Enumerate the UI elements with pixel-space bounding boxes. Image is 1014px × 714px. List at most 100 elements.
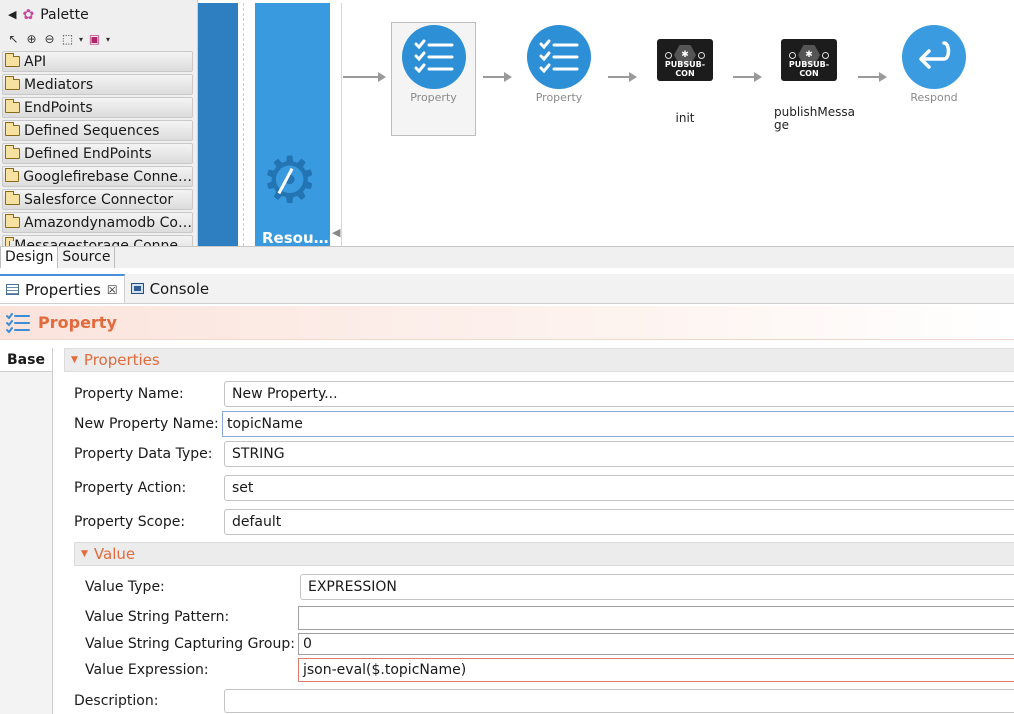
tab-properties-label: Properties (25, 280, 101, 299)
property-name-dropdown[interactable]: New Property... (224, 381, 1014, 407)
palette-item-salesforce[interactable]: Salesforce Connector (2, 189, 193, 210)
expand-caret-icon: ▼ (81, 549, 88, 559)
connection-tool-icon[interactable]: ▣ (87, 32, 102, 46)
property-node-2-label: Property (535, 91, 583, 104)
value-type-select[interactable]: EXPRESSION (300, 574, 1014, 600)
pubsub-connector-icon: ✱ PUBSUB-CON (781, 39, 837, 81)
palette-toolbar: ↖ ⊕ ⊖ ⬚ ▾ ▣ ▾ (0, 29, 197, 49)
zoom-in-icon[interactable]: ⊕ (24, 32, 39, 46)
palette-item-googlefirebase[interactable]: Googlefirebase Conne… (2, 166, 193, 187)
properties-icon (6, 284, 19, 295)
property-data-type-select[interactable]: STRING (224, 441, 1014, 467)
value-string-pattern-label: Value String Pattern: (85, 609, 230, 625)
init-node[interactable]: ✱ PUBSUB-CON init (650, 39, 720, 125)
description-input[interactable] (224, 689, 1014, 713)
description-label: Description: (74, 693, 159, 709)
palette-item-mediators[interactable]: Mediators (2, 74, 193, 95)
palette-panel: ◀ ✿ Palette ↖ ⊕ ⊖ ⬚ ▾ ▣ ▾ API Mediators … (0, 0, 198, 246)
section-value-header[interactable]: ▼ Value (74, 542, 1014, 566)
palette-item-endpoints[interactable]: EndPoints (2, 97, 193, 118)
api-container-bar (198, 3, 238, 246)
editor-tab-bar: Design Source (0, 246, 1014, 268)
close-icon[interactable]: ☒ (107, 283, 118, 297)
select-tool-icon[interactable]: ↖ (6, 32, 21, 46)
flow-arrow (343, 72, 386, 82)
flow-arrow (608, 72, 637, 82)
property-node-1-label: Property (410, 91, 457, 104)
publish-message-label: publishMessa ge (774, 105, 855, 132)
pubsub-connector-icon: ✱ PUBSUB-CON (657, 39, 713, 81)
tab-design[interactable]: Design (0, 247, 59, 268)
dropdown-icon[interactable]: ▾ (78, 35, 84, 44)
folder-icon (5, 53, 20, 67)
panel-title: Property (38, 313, 117, 332)
palette-item-messagestorage[interactable]: Messagestorage Conne… (2, 235, 193, 246)
respond-node[interactable]: Respond (891, 25, 977, 104)
value-capturing-group-label: Value String Capturing Group: (85, 636, 295, 652)
checklist-icon (527, 25, 591, 89)
value-capturing-group-input[interactable]: 0 (298, 633, 1014, 655)
palette-item-amazondynamodb[interactable]: Amazondynamodb Co… (2, 212, 193, 233)
console-icon (130, 283, 144, 294)
new-property-name-input[interactable]: topicName (222, 411, 1014, 437)
value-expression-label: Value Expression: (85, 662, 209, 678)
property-node-1[interactable]: Property (391, 22, 476, 136)
property-scope-label: Property Scope: (74, 514, 186, 530)
palette-item-defined-endpoints[interactable]: Defined EndPoints (2, 143, 193, 164)
value-expression-input[interactable]: json-eval($.topicName) (298, 658, 1014, 682)
tab-source[interactable]: Source (58, 247, 116, 268)
folder-icon (5, 168, 20, 182)
tab-base[interactable]: Base (0, 348, 52, 372)
canvas-separator (341, 3, 342, 246)
resource-label: Resou… (262, 229, 329, 246)
property-name-label: Property Name: (74, 386, 184, 402)
folder-icon (5, 191, 20, 205)
property-form: ▼ Properties Property Name: New Property… (62, 348, 1014, 714)
property-action-select[interactable]: set (224, 475, 1014, 501)
pubsub-badge-label: PUBSUB-CON (788, 60, 830, 78)
view-tab-bar: Properties ☒ Console (0, 274, 1014, 304)
palette-item-defined-sequences[interactable]: Defined Sequences (2, 120, 193, 141)
palette-item-api[interactable]: API (2, 51, 193, 72)
palette-title: Palette (40, 6, 89, 23)
value-type-label: Value Type: (85, 579, 165, 595)
checklist-icon (401, 25, 466, 89)
palette-icon: ✿ (22, 6, 35, 23)
flow-arrow (483, 72, 512, 82)
properties-title-bar: Property (0, 306, 1014, 340)
tab-console[interactable]: Console (125, 274, 216, 303)
canvas-divider (243, 3, 244, 246)
marquee-tool-icon[interactable]: ⬚ (60, 32, 75, 46)
folder-icon (5, 76, 20, 90)
tab-console-label: Console (149, 279, 210, 298)
collapse-arrow-icon[interactable]: ◀ (332, 226, 340, 239)
publish-message-node[interactable]: ✱ PUBSUB-CON publishMessa ge (774, 39, 855, 132)
folder-icon (5, 99, 20, 113)
property-node-2[interactable]: Property (516, 25, 602, 104)
property-scope-select[interactable]: default (224, 509, 1014, 535)
new-property-name-label: New Property Name: (74, 416, 219, 432)
design-canvas[interactable]: ⚙ Resou… ◀ Property Property ✱ PUBSUB-CO… (198, 0, 1014, 246)
collapse-left-icon[interactable]: ◀ (8, 8, 16, 21)
expand-caret-icon: ▼ (71, 355, 78, 365)
return-arrow-icon (902, 25, 966, 89)
property-data-type-label: Property Data Type: (74, 446, 213, 462)
respond-label: Respond (910, 91, 958, 104)
folder-icon (5, 122, 20, 136)
zoom-out-icon[interactable]: ⊖ (42, 32, 57, 46)
properties-side-tabs: Base (0, 348, 53, 714)
palette-header: ◀ ✿ Palette (0, 0, 197, 29)
resource-node[interactable]: ⚙ Resou… (255, 3, 330, 246)
folder-icon (5, 145, 20, 159)
section-properties-header[interactable]: ▼ Properties (64, 348, 1014, 372)
init-label: init (675, 111, 695, 125)
flow-arrow (733, 72, 762, 82)
folder-icon (5, 214, 20, 228)
flow-arrow (858, 72, 887, 82)
tab-properties[interactable]: Properties ☒ (0, 274, 125, 303)
dropdown-icon[interactable]: ▾ (105, 35, 111, 44)
value-string-pattern-input[interactable] (298, 606, 1014, 630)
pubsub-badge-label: PUBSUB-CON (664, 60, 706, 78)
checklist-icon (6, 312, 30, 333)
property-action-label: Property Action: (74, 480, 187, 496)
